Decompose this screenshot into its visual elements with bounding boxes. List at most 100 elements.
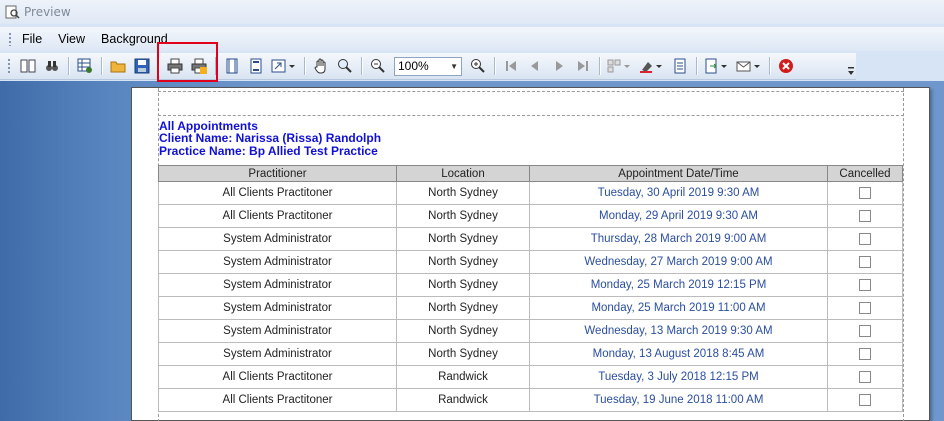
cell-cancelled	[827, 250, 903, 274]
magnifier-icon	[338, 59, 352, 73]
cell-cancelled	[827, 273, 903, 297]
send-email-button[interactable]	[734, 55, 764, 77]
toolbar-overflow-icon[interactable]	[847, 66, 855, 78]
preview-app-icon	[5, 5, 20, 19]
cell-location: Randwick	[396, 388, 530, 412]
margin-guide	[158, 91, 904, 92]
cell-location: North Sydney	[396, 296, 530, 320]
print-icon	[167, 58, 183, 74]
zoom-in-button[interactable]	[467, 55, 489, 77]
cell-practitioner: System Administrator	[158, 250, 397, 274]
quick-print-button[interactable]	[188, 55, 210, 77]
zoom-out-button[interactable]	[367, 55, 389, 77]
cancelled-checkbox	[859, 209, 871, 222]
open-button[interactable]	[107, 55, 129, 77]
cell-cancelled	[827, 227, 903, 251]
cancelled-checkbox	[859, 232, 871, 245]
close-preview-button[interactable]	[775, 55, 797, 77]
cell-practitioner: System Administrator	[158, 342, 397, 366]
cell-practitioner: All Clients Practitoner	[158, 365, 397, 389]
save-button[interactable]	[131, 55, 153, 77]
watermark-button[interactable]	[669, 55, 691, 77]
toolbar-separator	[304, 57, 305, 75]
export-icon	[705, 58, 727, 74]
table-row: All Clients Practitoner Randwick Tuesday, …	[158, 388, 903, 412]
report-page: All Appointments Client Name: Narissa (R…	[131, 87, 930, 421]
column-header-practitioner: Practitioner	[158, 165, 397, 182]
table-row: System Administrator North Sydney Monday, …	[158, 273, 903, 297]
cell-practitioner: System Administrator	[158, 319, 397, 343]
cell-location: Randwick	[396, 365, 530, 389]
cell-cancelled	[827, 388, 903, 412]
hand-tool-button[interactable]	[310, 55, 332, 77]
table-row: All Clients Practitoner North Sydney Monda…	[158, 204, 903, 228]
menu-view[interactable]: View	[58, 32, 85, 46]
page-setup-button[interactable]	[221, 55, 243, 77]
magnifier-button[interactable]	[334, 55, 356, 77]
close-preview-icon	[779, 59, 793, 73]
table-row: All Clients Practitoner North Sydney Tuesd…	[158, 181, 903, 205]
cell-location: North Sydney	[396, 250, 530, 274]
scale-button[interactable]	[269, 55, 299, 77]
toolbar-separator	[696, 57, 697, 75]
toolbar-separator	[101, 57, 102, 75]
cell-practitioner: System Administrator	[158, 227, 397, 251]
cell-location: North Sydney	[396, 181, 530, 205]
color-button[interactable]	[637, 55, 667, 77]
open-icon	[110, 61, 126, 73]
menu-bar: File View Background	[0, 27, 944, 51]
table-row: System Administrator North Sydney Monday, …	[158, 296, 903, 320]
toolbar: 100% ▼	[0, 53, 856, 80]
cancelled-checkbox	[859, 324, 871, 337]
cell-datetime: Monday, 25 March 2019 12:15 PM	[529, 273, 828, 297]
menu-background[interactable]: Background	[101, 32, 168, 46]
cell-cancelled	[827, 204, 903, 228]
last-page-icon	[578, 61, 588, 71]
column-header-location: Location	[396, 165, 530, 182]
toolbar-separator	[68, 57, 69, 75]
next-page-icon	[556, 61, 563, 71]
toolbar-grip[interactable]	[7, 58, 11, 74]
parameters-button[interactable]	[17, 55, 39, 77]
previous-page-button[interactable]	[524, 55, 546, 77]
window-title: Preview	[24, 5, 71, 19]
title-bar: Preview	[0, 0, 944, 24]
multiple-pages-button[interactable]	[605, 55, 635, 77]
cancelled-checkbox	[859, 186, 871, 199]
toolbar-separator	[158, 57, 159, 75]
header-footer-button[interactable]	[245, 55, 267, 77]
cell-practitioner: System Administrator	[158, 296, 397, 320]
first-page-button[interactable]	[500, 55, 522, 77]
zoom-out-icon	[371, 59, 385, 73]
menu-file[interactable]: File	[22, 32, 42, 46]
zoom-select[interactable]: 100% ▼	[394, 56, 462, 76]
export-button[interactable]	[702, 55, 732, 77]
cancelled-checkbox	[859, 301, 871, 314]
find-button[interactable]	[41, 55, 63, 77]
table-row: System Administrator North Sydney Monday, …	[158, 342, 903, 366]
cell-cancelled	[827, 342, 903, 366]
chevron-down-icon: ▼	[450, 61, 458, 71]
quick-print-icon	[191, 58, 207, 74]
client-name: Client Name: Narissa (Rissa) Randolph	[159, 131, 382, 145]
zoom-in-icon	[471, 59, 485, 73]
cell-datetime: Wednesday, 13 March 2019 9:30 AM	[529, 319, 828, 343]
toolbar-separator	[769, 57, 770, 75]
toolbar-separator	[215, 57, 216, 75]
next-page-button[interactable]	[548, 55, 570, 77]
cell-datetime: Tuesday, 30 April 2019 9:30 AM	[529, 181, 828, 205]
table-row: System Administrator North Sydney Wednesda…	[158, 250, 903, 274]
menu-grip[interactable]	[8, 32, 12, 46]
column-header-datetime: Appointment Date/Time	[529, 165, 828, 182]
cell-datetime: Tuesday, 19 June 2018 11:00 AM	[529, 388, 828, 412]
customize-button[interactable]	[74, 55, 96, 77]
toolbar-separator	[361, 57, 362, 75]
print-button[interactable]	[164, 55, 186, 77]
cell-datetime: Wednesday, 27 March 2019 9:00 AM	[529, 250, 828, 274]
watermark-icon	[674, 58, 686, 74]
table-row: System Administrator North Sydney Thursday…	[158, 227, 903, 251]
table-row: All Clients Practitoner Randwick Tuesday, …	[158, 365, 903, 389]
last-page-button[interactable]	[572, 55, 594, 77]
search-icon	[46, 61, 58, 71]
cell-cancelled	[827, 319, 903, 343]
